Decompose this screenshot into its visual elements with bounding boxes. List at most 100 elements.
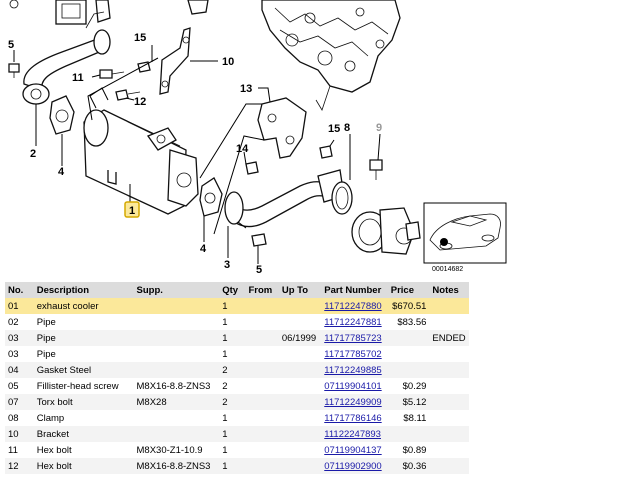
cell-upto <box>278 298 322 314</box>
cell-price: $83.56 <box>387 314 430 330</box>
header-part-number: Part Number <box>321 282 388 298</box>
cell-notes: ENDED <box>429 330 469 346</box>
callout-13: 13 <box>240 83 252 95</box>
cell-from <box>245 362 279 378</box>
callout-2: 2 <box>30 148 36 160</box>
callout-5-top: 5 <box>8 39 14 51</box>
table-row[interactable]: 12 Hex bolt M8X16-8.8-ZNS3 1 07119902900… <box>5 458 469 474</box>
cell-no: 11 <box>5 442 34 458</box>
table-row[interactable]: 11 Hex bolt M8X30-Z1-10.9 1 07119904137 … <box>5 442 469 458</box>
cell-notes <box>429 346 469 362</box>
cell-description: Clamp <box>33 410 134 426</box>
cell-qty: 1 <box>219 458 246 474</box>
cell-price: $0.89 <box>387 442 430 458</box>
cell-description: Hex bolt <box>33 458 134 474</box>
cell-price: $0.29 <box>387 378 430 394</box>
cell-no: 02 <box>5 314 34 330</box>
cell-notes <box>429 442 469 458</box>
cell-from <box>245 298 279 314</box>
cell-no: 10 <box>5 426 34 442</box>
cell-upto <box>278 410 322 426</box>
table-row[interactable]: 10 Bracket 1 11122247893 <box>5 426 469 442</box>
cell-upto <box>278 346 322 362</box>
cell-qty: 1 <box>219 442 246 458</box>
header-upto: Up To <box>278 282 322 298</box>
table-row[interactable]: 04 Gasket Steel 2 11712249885 <box>5 362 469 378</box>
cell-qty: 2 <box>219 394 246 410</box>
header-qty: Qty <box>219 282 246 298</box>
callout-15: 15 <box>134 32 146 44</box>
header-supp: Supp. <box>133 282 220 298</box>
part-number-link[interactable]: 07119904101 <box>324 381 381 392</box>
part-number-link[interactable]: 11712249909 <box>324 397 381 408</box>
cell-notes <box>429 394 469 410</box>
cell-qty: 1 <box>219 330 246 346</box>
header-notes: Notes <box>429 282 469 298</box>
cell-no: 07 <box>5 394 34 410</box>
callout-4-left: 4 <box>58 166 65 178</box>
part-number-link[interactable]: 07119904137 <box>324 445 381 456</box>
cell-from <box>245 394 279 410</box>
cell-description: exhaust cooler <box>33 298 134 314</box>
part-number-link[interactable]: 11717785723 <box>324 333 381 344</box>
cell-price <box>387 426 430 442</box>
cell-price <box>387 346 430 362</box>
cell-supp <box>133 314 220 330</box>
cell-price <box>387 362 430 378</box>
cell-supp: M8X30-Z1-10.9 <box>133 442 220 458</box>
part-number-link[interactable]: 11712249885 <box>324 365 381 376</box>
part-number-link[interactable]: 11717785702 <box>324 349 381 360</box>
cell-price: $670.51 <box>387 298 430 314</box>
table-row[interactable]: 03 Pipe 1 06/1999 11717785723 ENDED <box>5 330 469 346</box>
part-number-link[interactable]: 11717786146 <box>324 413 381 424</box>
table-row[interactable]: 05 Fillister-head screw M8X16-8.8-ZNS3 2… <box>5 378 469 394</box>
cell-supp <box>133 410 220 426</box>
cell-supp: M8X16-8.8-ZNS3 <box>133 458 220 474</box>
cell-supp <box>133 362 220 378</box>
table-header-row: No. Description Supp. Qty From Up To Par… <box>5 282 469 298</box>
cell-description: Pipe <box>33 346 134 362</box>
cell-no: 01 <box>5 298 34 314</box>
table-row[interactable]: 07 Torx bolt M8X28 2 11712249909 $5.12 <box>5 394 469 410</box>
cell-description: Fillister-head screw <box>33 378 134 394</box>
cell-price: $5.12 <box>387 394 430 410</box>
cell-supp <box>133 330 220 346</box>
callout-1[interactable]: 1 <box>129 205 135 217</box>
cell-notes <box>429 362 469 378</box>
table-row[interactable]: 08 Clamp 1 11717786146 $8.11 <box>5 410 469 426</box>
part-number-link[interactable]: 11122247893 <box>324 429 381 440</box>
gasket-4-right <box>199 177 223 217</box>
gasket-4-left <box>49 95 75 135</box>
cell-description: Pipe <box>33 330 134 346</box>
part-number-link[interactable]: 11712247881 <box>324 317 381 328</box>
cell-qty: 1 <box>219 298 246 314</box>
cell-upto <box>278 314 322 330</box>
cell-notes <box>429 378 469 394</box>
cell-upto <box>278 458 322 474</box>
cell-price: $0.36 <box>387 458 430 474</box>
cell-no: 04 <box>5 362 34 378</box>
table-row[interactable]: 02 Pipe 1 11712247881 $83.56 <box>5 314 469 330</box>
header-from: From <box>245 282 279 298</box>
cell-description: Gasket Steel <box>33 362 134 378</box>
diagram-ref-number: 00014682 <box>432 266 463 273</box>
callout-14: 14 <box>236 143 249 155</box>
cell-upto <box>278 442 322 458</box>
table-row[interactable]: 03 Pipe 1 11717785702 <box>5 346 469 362</box>
cell-from <box>245 378 279 394</box>
callout-12: 12 <box>134 96 146 108</box>
table-row[interactable]: 01 exhaust cooler 1 11712247880 $670.51 <box>5 298 469 314</box>
part-number-link[interactable]: 11712247880 <box>324 301 381 312</box>
parts-diagram: 5 15 10 11 12 2 4 13 8 9 15 14 4 3 5 1 0… <box>0 0 640 278</box>
bracket-13-illustration <box>257 97 307 159</box>
car-thumbnail: 00014682 <box>423 202 507 273</box>
cell-no: 08 <box>5 410 34 426</box>
cell-price <box>387 330 430 346</box>
part-number-link[interactable]: 07119902900 <box>324 461 381 472</box>
callout-11: 11 <box>72 72 84 84</box>
cell-from <box>245 410 279 426</box>
pipe-3-illustration <box>224 169 345 228</box>
exploded-view-illustration: 5 15 10 11 12 2 4 13 8 9 15 14 4 3 5 1 0… <box>8 0 507 276</box>
callout-3: 3 <box>224 259 230 271</box>
cell-from <box>245 330 279 346</box>
